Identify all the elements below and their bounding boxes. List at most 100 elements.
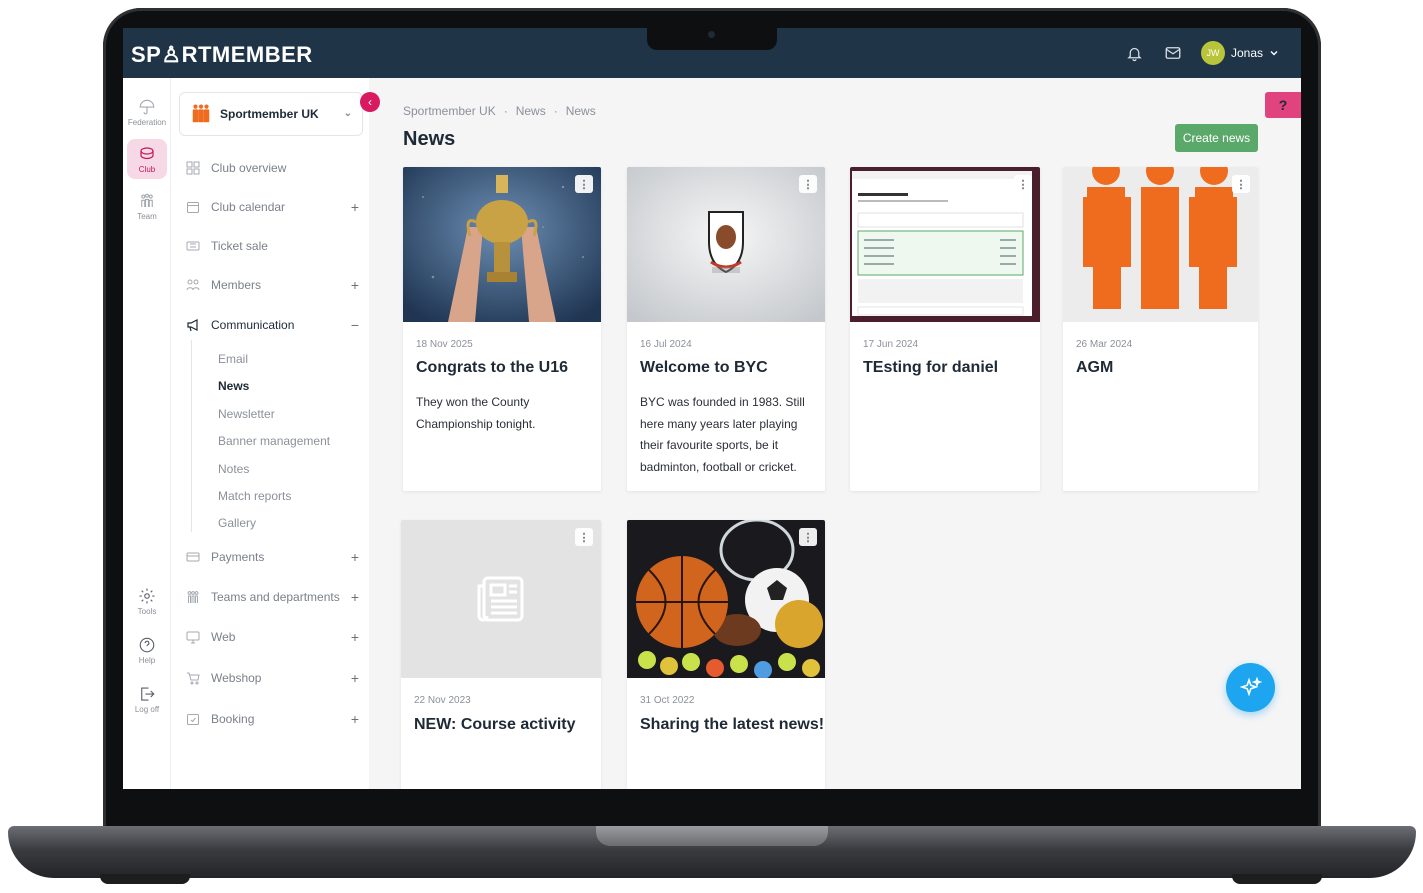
news-card[interactable]: ⋮ 26 Mar 2024 AGM [1063,167,1258,491]
create-news-button[interactable]: Create news [1175,124,1258,152]
club-icon [140,146,154,159]
logout-icon [141,686,155,701]
menu-members[interactable]: Members + [185,273,359,297]
menu-club-calendar[interactable]: Club calendar + [185,195,359,219]
breadcrumb-separator: · [553,104,558,118]
rail-logoff[interactable]: Log off [127,679,167,719]
app-screen: SP♙RTMEMBER JW Jonas Federation Club Tea… [123,28,1301,789]
expand-icon[interactable]: + [351,711,359,727]
rail-logoff-label: Log off [134,704,160,714]
laptop-foot-left [100,874,190,884]
chevron-down-icon: ⌄ [343,108,352,119]
expand-icon[interactable]: + [351,199,359,215]
rail-team[interactable]: Team [127,186,167,226]
more-options-icon[interactable]: ⋮ [1232,175,1250,193]
card-date: 22 Nov 2023 [414,695,471,706]
trophy-photo [403,167,601,322]
help-tab-button[interactable]: ? [1265,92,1301,118]
menu-web[interactable]: Web + [185,625,359,649]
more-options-icon[interactable]: ⋮ [575,175,593,193]
breadcrumb-news-current: News [565,104,596,118]
more-options-icon[interactable]: ⋮ [799,175,817,193]
newspaper-icon [477,576,524,622]
submenu-gallery[interactable]: Gallery [218,516,256,530]
monitor-icon [185,629,201,645]
expand-icon[interactable]: + [351,629,359,645]
members-logo [1063,167,1258,322]
submenu-news[interactable]: News [218,379,249,393]
menu-webshop[interactable]: Webshop + [185,666,359,690]
rail-team-label: Team [137,211,157,221]
card-title: AGM [1076,359,1114,376]
club-logo-icon [192,104,210,123]
club-crest [627,167,825,322]
menu-communication[interactable]: Communication − [185,313,359,337]
club-selector[interactable]: Sportmember UK ⌄ [179,92,363,136]
side-menu: Sportmember UK ⌄ ‹ Club overview Club ca… [171,78,380,789]
rail-federation[interactable]: Federation [127,92,167,132]
submenu-notes[interactable]: Notes [218,462,249,476]
rail-federation-label: Federation [127,117,167,127]
submenu-match-reports[interactable]: Match reports [218,489,291,503]
ai-assistant-button[interactable] [1226,663,1275,712]
submenu-banner-management[interactable]: Banner management [218,434,330,448]
gear-icon [139,588,155,603]
card-date: 17 Jun 2024 [863,339,919,350]
umbrella-icon [139,99,155,114]
rail-tools[interactable]: Tools [127,581,167,621]
user-name: Jonas [1230,46,1263,60]
menu-payments[interactable]: Payments + [185,545,359,569]
rail-tools-label: Tools [137,606,157,616]
rail-help[interactable]: Help [127,630,167,670]
news-card[interactable]: ⋮ 17 Jun 2024 TEsting for daniel [850,167,1040,491]
menu-ticket-sale[interactable]: Ticket sale [185,234,359,258]
card-date: 31 Oct 2022 [640,695,695,706]
card-text: BYC was founded in 1983. Still here many… [640,395,805,474]
more-options-icon[interactable]: ⋮ [799,528,817,546]
chevron-down-icon [1270,51,1278,56]
menu-communication-label: Communication [211,318,295,332]
rail-club-label: Club [138,164,156,174]
expand-icon[interactable]: + [351,589,359,605]
sparkle-icon [1239,676,1262,696]
submenu-email[interactable]: Email [218,352,248,366]
credit-card-icon [185,549,201,565]
rail-club[interactable]: Club [127,139,167,179]
laptop-base-lip [596,826,828,846]
news-card[interactable]: ⋮ 16 Jul 2024 Welcome to BYC BYC was fou… [627,167,825,491]
expand-icon[interactable]: + [351,670,359,686]
user-menu[interactable]: JW Jonas [1200,41,1279,65]
newspaper-placeholder [401,520,601,678]
news-card[interactable]: ⋮ 31 Oct 2022 Sharing the latest news! [627,520,825,789]
expand-icon[interactable]: + [351,549,359,565]
more-options-icon[interactable]: ⋮ [1014,175,1032,193]
megaphone-icon [185,317,201,333]
news-card[interactable]: ⋮ 18 Nov 2025 Congrats to the U16 They w… [403,167,601,491]
bell-icon[interactable] [1125,43,1145,63]
news-card[interactable]: ⋮ 22 Nov 2023 NEW: Course activity [401,520,601,789]
page-title: News [403,128,456,150]
camera-dot [708,31,715,38]
expand-icon[interactable]: + [351,277,359,293]
rail-help-label: Help [138,655,156,665]
menu-booking[interactable]: Booking + [185,707,359,731]
card-title: Welcome to BYC [640,359,768,376]
sports-balls-photo [627,520,825,678]
menu-teams-departments[interactable]: Teams and departments + [185,585,359,609]
collapse-menu-button[interactable]: ‹ [360,92,380,112]
menu-club-overview[interactable]: Club overview [185,156,359,180]
breadcrumb-club[interactable]: Sportmember UK [403,104,496,118]
payment-screenshot [850,167,1040,322]
sportmember-logo[interactable]: SP♙RTMEMBER [131,42,313,68]
mail-icon[interactable] [1163,43,1183,63]
menu-payments-label: Payments [211,550,265,564]
breadcrumb-news-parent[interactable]: News [516,104,546,118]
card-date: 26 Mar 2024 [1076,339,1133,350]
submenu-newsletter[interactable]: Newsletter [218,407,275,421]
more-options-icon[interactable]: ⋮ [575,528,593,546]
breadcrumb: Sportmember UK · News · News [403,104,596,118]
ticket-icon [185,238,201,254]
laptop-foot-right [1232,874,1322,884]
collapse-icon[interactable]: − [351,317,359,333]
card-date: 18 Nov 2025 [416,339,473,350]
